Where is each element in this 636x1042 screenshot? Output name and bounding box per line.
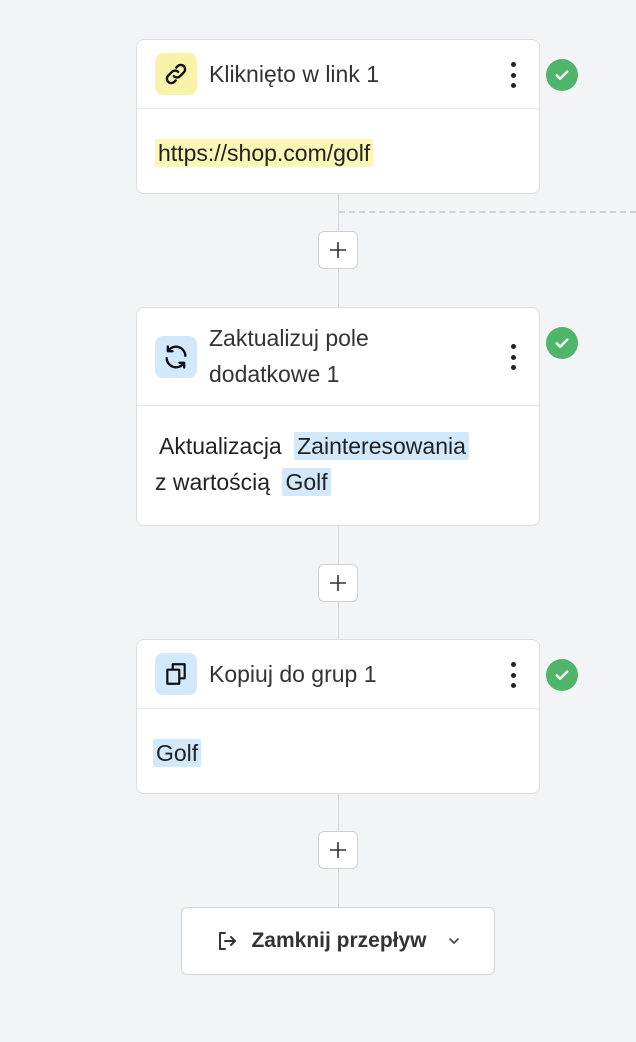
group-name: Golf bbox=[153, 739, 202, 767]
step-title: Zaktualizuj pole dodatkowe 1 bbox=[209, 325, 369, 387]
plus-icon bbox=[330, 842, 346, 858]
copy-icon bbox=[155, 653, 197, 695]
step-title: Kopiuj do grup 1 bbox=[209, 661, 377, 687]
update-middle: z wartością bbox=[155, 469, 271, 495]
add-step-button[interactable] bbox=[318, 231, 358, 269]
step-header: Zaktualizuj pole dodatkowe 1 bbox=[137, 308, 539, 406]
step-body: Golf bbox=[137, 709, 539, 771]
close-flow-label: Zamknij przepływ bbox=[251, 929, 427, 952]
add-step-button[interactable] bbox=[318, 564, 358, 602]
check-circle-icon bbox=[546, 59, 578, 91]
step-header: Kliknięto w link 1 bbox=[137, 40, 539, 109]
branch-connector-dashed bbox=[339, 211, 636, 213]
link-icon bbox=[155, 53, 197, 95]
field-name: Zainteresowania bbox=[294, 432, 469, 460]
check-circle-icon bbox=[546, 659, 578, 691]
more-options-icon[interactable] bbox=[505, 344, 521, 370]
refresh-icon bbox=[155, 336, 197, 378]
step-title: Kliknięto w link 1 bbox=[209, 61, 380, 87]
chevron-down-icon bbox=[448, 938, 459, 944]
plus-icon bbox=[330, 575, 346, 591]
add-step-button[interactable] bbox=[318, 831, 358, 869]
step-card-update-field[interactable]: Zaktualizuj pole dodatkowe 1 Aktualizacj… bbox=[136, 307, 540, 526]
more-options-icon[interactable] bbox=[505, 62, 521, 88]
step-body: Aktualizacja Zainteresowania z wartością… bbox=[137, 406, 539, 500]
field-value: Golf bbox=[282, 468, 331, 496]
step-header: Kopiuj do grup 1 bbox=[137, 640, 539, 709]
plus-icon bbox=[330, 242, 346, 258]
update-prefix: Aktualizacja bbox=[159, 433, 282, 459]
more-options-icon[interactable] bbox=[505, 662, 521, 688]
step-body: https://shop.com/golf bbox=[137, 109, 539, 171]
step-card-link-click[interactable]: Kliknięto w link 1 https://shop.com/golf bbox=[136, 39, 540, 194]
link-url: https://shop.com/golf bbox=[155, 139, 374, 167]
exit-icon bbox=[219, 932, 237, 950]
step-card-copy-to-groups[interactable]: Kopiuj do grup 1 Golf bbox=[136, 639, 540, 794]
close-flow-button[interactable]: Zamknij przepływ bbox=[181, 907, 495, 975]
check-circle-icon bbox=[546, 327, 578, 359]
